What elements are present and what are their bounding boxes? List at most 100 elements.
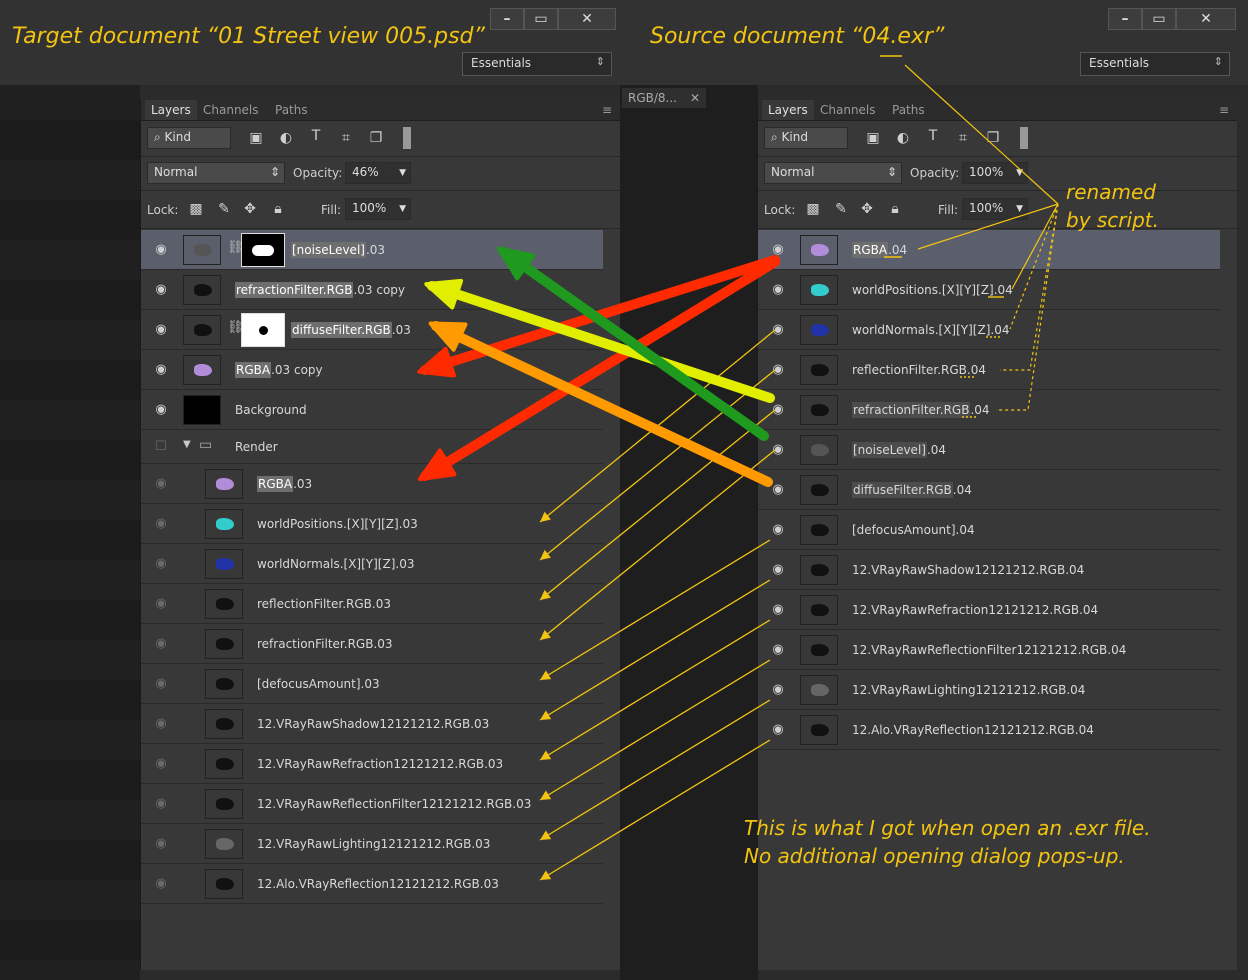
eye-icon[interactable]: ◉ xyxy=(153,476,169,491)
filter-kind-select[interactable]: ⌕ Kind xyxy=(147,127,231,149)
shape-filter-icon[interactable]: ⌗ xyxy=(337,130,355,146)
layer-row[interactable]: ◉ 12.VRayRawReflectionFilter12121212.RGB.… xyxy=(758,630,1220,670)
filter-toggle[interactable] xyxy=(1020,127,1028,149)
layer-name[interactable]: 12.VRayRawRefraction12121212.RGB.04 xyxy=(852,603,1098,617)
eye-icon[interactable]: ◉ xyxy=(153,516,169,531)
eye-icon[interactable]: ◉ xyxy=(153,796,169,811)
eye-icon[interactable]: ◉ xyxy=(770,362,786,377)
chevron-down-icon[interactable]: ▼ xyxy=(399,204,406,214)
left-restore-button[interactable]: ▭ xyxy=(524,8,558,30)
tab-channels[interactable]: Channels xyxy=(197,100,265,120)
panel-menu-icon[interactable]: ≡ xyxy=(1213,100,1235,120)
layer-group-row[interactable]: ☐ ▼ ▭ Render xyxy=(141,430,603,464)
layer-row[interactable]: ◉ [noiseLevel].04 xyxy=(758,430,1220,470)
layer-thumbnail-icon[interactable] xyxy=(183,315,221,345)
eye-icon[interactable]: ◉ xyxy=(153,322,169,337)
layer-row[interactable]: ◉ refractionFilter.RGB.04 xyxy=(758,390,1220,430)
layer-name[interactable]: 12.Alo.VRayReflection12121212.RGB.03 xyxy=(257,877,499,891)
layer-thumbnail-icon[interactable] xyxy=(183,355,221,385)
layer-row[interactable]: ◉ 12.Alo.VRayReflection12121212.RGB.04 xyxy=(758,710,1220,750)
lock-position-icon[interactable]: ✥ xyxy=(858,201,876,217)
layer-thumbnail-icon[interactable] xyxy=(800,715,838,745)
layer-row[interactable]: ◉ 12.VRayRawLighting12121212.RGB.03 xyxy=(141,824,603,864)
lock-position-icon[interactable]: ✥ xyxy=(241,201,259,217)
layer-name[interactable]: reflectionFilter.RGB.03 xyxy=(257,597,391,611)
pixel-filter-icon[interactable]: ▣ xyxy=(247,130,265,146)
layer-row[interactable]: ◉ worldNormals.[X][Y][Z].03 xyxy=(141,544,603,584)
layer-row[interactable]: ◉ worldPositions.[X][Y][Z].04 xyxy=(758,270,1220,310)
layer-name[interactable]: [defocusAmount].03 xyxy=(257,677,380,691)
layer-name[interactable]: [noiseLevel].04 xyxy=(852,442,946,458)
layer-name[interactable]: RGBA.03 xyxy=(257,476,312,492)
layer-row[interactable]: ◉ reflectionFilter.RGB.03 xyxy=(141,584,603,624)
layer-row[interactable]: ◉ [defocusAmount].04 xyxy=(758,510,1220,550)
layer-row[interactable]: ◉ refractionFilter.RGB.03 xyxy=(141,624,603,664)
layer-thumbnail-icon[interactable] xyxy=(800,555,838,585)
layer-thumbnail-icon[interactable] xyxy=(800,435,838,465)
layer-row[interactable]: ◉ 12.VRayRawRefraction12121212.RGB.04 xyxy=(758,590,1220,630)
layer-thumbnail-icon[interactable] xyxy=(800,395,838,425)
type-filter-icon[interactable]: T xyxy=(924,128,942,144)
layer-name[interactable]: 12.Alo.VRayReflection12121212.RGB.04 xyxy=(852,723,1094,737)
tab-paths[interactable]: Paths xyxy=(269,100,314,120)
eye-icon[interactable]: ◉ xyxy=(153,676,169,691)
layer-row[interactable]: ◉ RGBA.03 xyxy=(141,464,603,504)
layer-name[interactable]: reflectionFilter.RGB.04 xyxy=(852,363,986,377)
layer-name[interactable]: Render xyxy=(235,440,278,454)
layer-thumbnail-icon[interactable] xyxy=(800,475,838,505)
layer-thumbnail-icon[interactable] xyxy=(205,789,243,819)
filter-kind-select[interactable]: ⌕ Kind xyxy=(764,127,848,149)
layer-thumbnail-icon[interactable] xyxy=(800,355,838,385)
document-tab-close-icon[interactable]: ✕ xyxy=(690,88,700,108)
panel-menu-icon[interactable]: ≡ xyxy=(596,100,618,120)
eye-icon[interactable]: ◉ xyxy=(770,242,786,257)
layer-row[interactable]: ◉ diffuseFilter.RGB.04 xyxy=(758,470,1220,510)
layer-name[interactable]: 12.VRayRawLighting12121212.RGB.03 xyxy=(257,837,490,851)
layer-name[interactable]: RGBA.03 copy xyxy=(235,362,323,378)
layer-name[interactable]: 12.VRayRawReflectionFilter12121212.RGB.0… xyxy=(257,797,531,811)
left-minimize-button[interactable]: – xyxy=(490,8,524,30)
eye-icon[interactable]: ◉ xyxy=(770,602,786,617)
tab-layers[interactable]: Layers xyxy=(145,100,197,120)
chevron-down-icon[interactable]: ▼ xyxy=(399,168,406,178)
expand-arrow-icon[interactable]: ▼ xyxy=(183,439,191,450)
layer-name[interactable]: [noiseLevel].03 xyxy=(291,242,385,258)
layer-name[interactable]: 12.VRayRawLighting12121212.RGB.04 xyxy=(852,683,1085,697)
blend-mode-select[interactable]: Normal ⇕ xyxy=(147,162,285,184)
eye-icon[interactable]: ◉ xyxy=(153,596,169,611)
layer-thumbnail-icon[interactable] xyxy=(205,669,243,699)
blend-mode-select[interactable]: Normal ⇕ xyxy=(764,162,902,184)
lock-transparent-icon[interactable]: ▩ xyxy=(187,201,205,217)
layer-thumbnail-icon[interactable] xyxy=(800,315,838,345)
smart-object-filter-icon[interactable]: ❐ xyxy=(984,130,1002,146)
layer-row[interactable]: ◉ 12.VRayRawShadow12121212.RGB.03 xyxy=(141,704,603,744)
layer-name[interactable]: diffuseFilter.RGB.03 xyxy=(291,322,411,338)
eye-icon[interactable]: ◉ xyxy=(770,282,786,297)
opacity-field[interactable]: 100% ▼ xyxy=(962,162,1028,184)
eye-icon[interactable]: ◉ xyxy=(770,482,786,497)
smart-object-filter-icon[interactable]: ❐ xyxy=(367,130,385,146)
fill-field[interactable]: 100% ▼ xyxy=(345,198,411,220)
lock-image-icon[interactable]: ✎ xyxy=(215,201,233,217)
adjustment-filter-icon[interactable]: ◐ xyxy=(894,130,912,146)
layer-thumbnail-icon[interactable] xyxy=(205,869,243,899)
lock-image-icon[interactable]: ✎ xyxy=(832,201,850,217)
eye-icon[interactable]: ◉ xyxy=(153,756,169,771)
layer-name[interactable]: refractionFilter.RGB.04 xyxy=(852,402,990,418)
right-minimize-button[interactable]: – xyxy=(1108,8,1142,30)
eye-icon[interactable]: ◉ xyxy=(770,442,786,457)
eye-icon[interactable]: ◉ xyxy=(770,402,786,417)
layer-thumbnail-icon[interactable] xyxy=(205,549,243,579)
eye-icon[interactable]: ◉ xyxy=(770,562,786,577)
layer-row[interactable]: ◉ 12.Alo.VRayReflection12121212.RGB.03 xyxy=(141,864,603,904)
eye-icon[interactable]: ◉ xyxy=(770,322,786,337)
fill-field[interactable]: 100% ▼ xyxy=(962,198,1028,220)
layer-row[interactable]: ◉ reflectionFilter.RGB.04 xyxy=(758,350,1220,390)
layer-thumbnail-icon[interactable] xyxy=(183,395,221,425)
layer-name[interactable]: refractionFilter.RGB.03 xyxy=(257,637,393,651)
layer-thumbnail-icon[interactable] xyxy=(205,829,243,859)
layer-name[interactable]: diffuseFilter.RGB.04 xyxy=(852,482,972,498)
layer-row[interactable]: ◉ worldNormals.[X][Y][Z].04 xyxy=(758,310,1220,350)
type-filter-icon[interactable]: T xyxy=(307,128,325,144)
layer-thumbnail-icon[interactable] xyxy=(800,595,838,625)
